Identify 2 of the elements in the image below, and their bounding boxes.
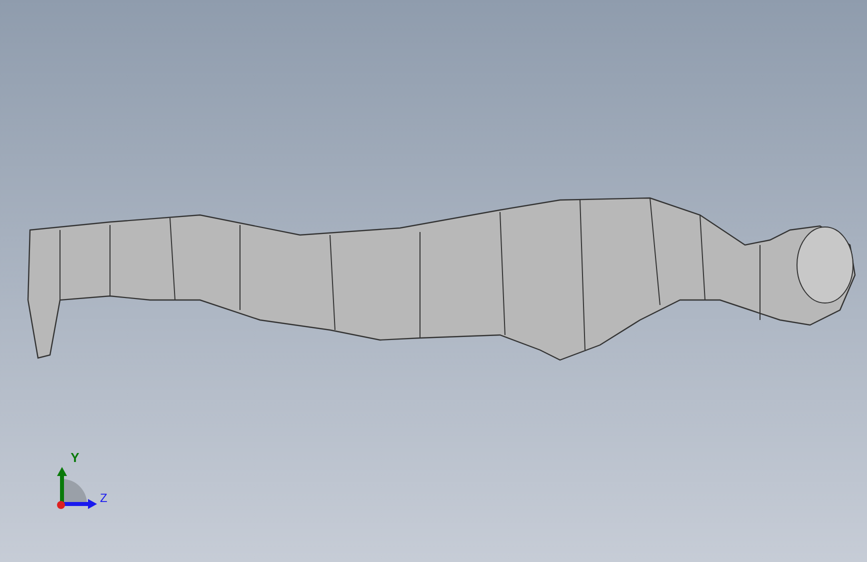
- y-axis-label: Y: [70, 451, 80, 464]
- z-axis-label: Z: [100, 492, 108, 504]
